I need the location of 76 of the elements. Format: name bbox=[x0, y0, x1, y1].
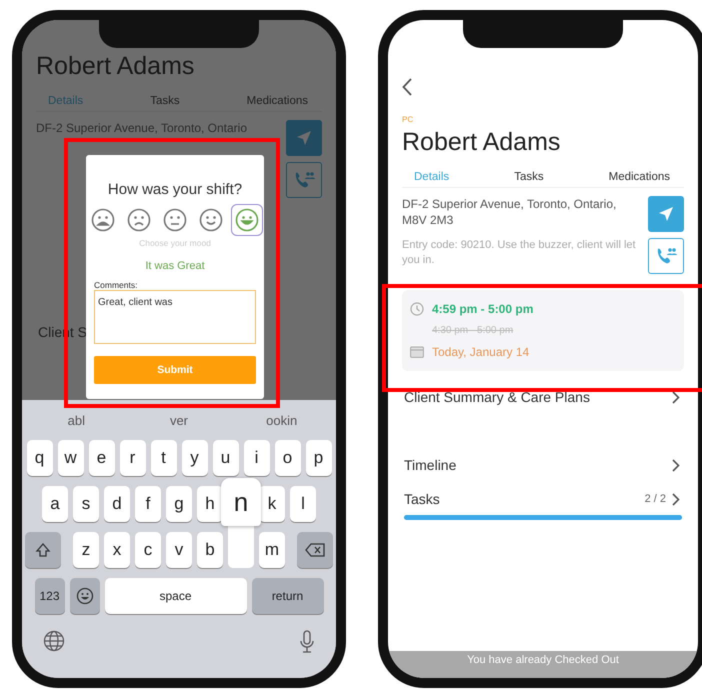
keyboard-key[interactable]: z bbox=[73, 532, 99, 568]
keyboard-key[interactable]: w bbox=[58, 440, 84, 476]
entry-note: Entry code: 90210. Use the buzzer, client will let you in. bbox=[402, 238, 637, 268]
list-row[interactable]: Client Summary & Care Plans bbox=[402, 385, 684, 409]
keyboard-key[interactable]: k bbox=[259, 486, 285, 522]
calendar-icon bbox=[410, 346, 424, 358]
tab[interactable]: Tasks bbox=[514, 171, 544, 187]
list-row[interactable]: Tasks 2 / 2 bbox=[402, 487, 684, 511]
keyboard-key[interactable]: p bbox=[306, 440, 332, 476]
list-row[interactable]: Timeline bbox=[402, 453, 684, 477]
visit-date: Today, January 14 bbox=[432, 345, 530, 359]
return-key[interactable]: return bbox=[252, 578, 324, 614]
visit-time: 4:59 pm - 5:00 pm bbox=[432, 302, 534, 316]
mood-face-icon bbox=[127, 208, 151, 232]
chevron-right-icon bbox=[672, 458, 680, 472]
keyboard-key[interactable]: q bbox=[26, 440, 52, 476]
emoji-key[interactable] bbox=[70, 578, 100, 614]
keyboard-key[interactable]: m bbox=[259, 532, 285, 568]
tab[interactable]: Medications bbox=[608, 171, 670, 187]
keyboard-key[interactable]: x bbox=[104, 532, 130, 568]
keyboard-key[interactable]: b bbox=[197, 532, 223, 568]
key-popup[interactable]: n bbox=[221, 478, 261, 526]
address-text: DF-2 Superior Avenue, Toronto, Ontario bbox=[36, 120, 248, 136]
comments-label: Comments: bbox=[94, 280, 138, 290]
keyboard-key[interactable]: f bbox=[135, 486, 161, 522]
microphone-icon[interactable] bbox=[299, 630, 315, 654]
word-suggestion[interactable]: abl bbox=[25, 412, 128, 428]
call-button[interactable] bbox=[648, 238, 684, 274]
client-name: Robert Adams bbox=[402, 128, 562, 157]
shift-icon bbox=[35, 542, 51, 558]
keyboard-key[interactable]: t bbox=[150, 440, 176, 476]
mood-label: It was Great bbox=[145, 260, 205, 272]
keyboard-key[interactable]: h bbox=[197, 486, 223, 522]
mood-face-icon bbox=[163, 208, 187, 232]
keyboard-key[interactable]: s bbox=[73, 486, 99, 522]
backspace-icon bbox=[305, 543, 325, 557]
navigate-button[interactable] bbox=[648, 196, 684, 232]
dialog-title: How was your shift? bbox=[108, 181, 242, 198]
keyboard-key[interactable]: a bbox=[42, 486, 68, 522]
keyboard-key[interactable]: o bbox=[274, 440, 300, 476]
mood-button[interactable] bbox=[231, 204, 263, 236]
keyboard-key[interactable]: c bbox=[135, 532, 161, 568]
shift-key[interactable] bbox=[25, 532, 61, 568]
keyboard-key[interactable]: v bbox=[166, 532, 192, 568]
original-time: 4:30 pm - 5:00 pm bbox=[432, 325, 514, 336]
client-name: Robert Adams bbox=[36, 52, 196, 81]
space-key[interactable]: space bbox=[104, 578, 246, 614]
keyboard-key[interactable]: i bbox=[244, 440, 270, 476]
mood-face-icon bbox=[91, 208, 115, 232]
keyboard-key[interactable]: g bbox=[166, 486, 192, 522]
chevron-right-icon bbox=[672, 492, 680, 506]
navigation-arrow-icon bbox=[296, 130, 312, 146]
mood-face-icon bbox=[235, 208, 259, 232]
keyboard-key[interactable]: e bbox=[88, 440, 114, 476]
clock-icon bbox=[410, 302, 424, 316]
word-suggestion[interactable]: ver bbox=[128, 412, 230, 428]
chevron-right-icon bbox=[672, 390, 680, 404]
keyboard-key[interactable]: y bbox=[182, 440, 208, 476]
emoji-icon bbox=[76, 587, 94, 605]
keyboard-key[interactable]: u bbox=[212, 440, 238, 476]
delete-key[interactable] bbox=[297, 532, 333, 568]
phone-contacts-icon bbox=[293, 171, 315, 189]
keyboard-key[interactable]: d bbox=[104, 486, 130, 522]
address-text: DF-2 Superior Avenue, Toronto, Ontario, M8V 2M3 bbox=[402, 196, 618, 228]
status-banner: You have already Checked Out bbox=[388, 651, 698, 678]
keyboard-key[interactable]: r bbox=[120, 440, 146, 476]
globe-icon[interactable] bbox=[43, 630, 65, 652]
navigation-arrow-icon bbox=[658, 206, 674, 222]
mood-face-icon bbox=[199, 208, 223, 232]
back-icon[interactable] bbox=[402, 78, 412, 96]
keyboard-key[interactable]: l bbox=[290, 486, 316, 522]
word-suggestion[interactable]: ookin bbox=[230, 412, 333, 428]
client-tag: PC bbox=[402, 115, 684, 124]
numbers-key[interactable]: 123 bbox=[34, 578, 64, 614]
phone-contacts-icon bbox=[655, 247, 677, 265]
comments-field[interactable]: Great, client was bbox=[94, 290, 256, 344]
